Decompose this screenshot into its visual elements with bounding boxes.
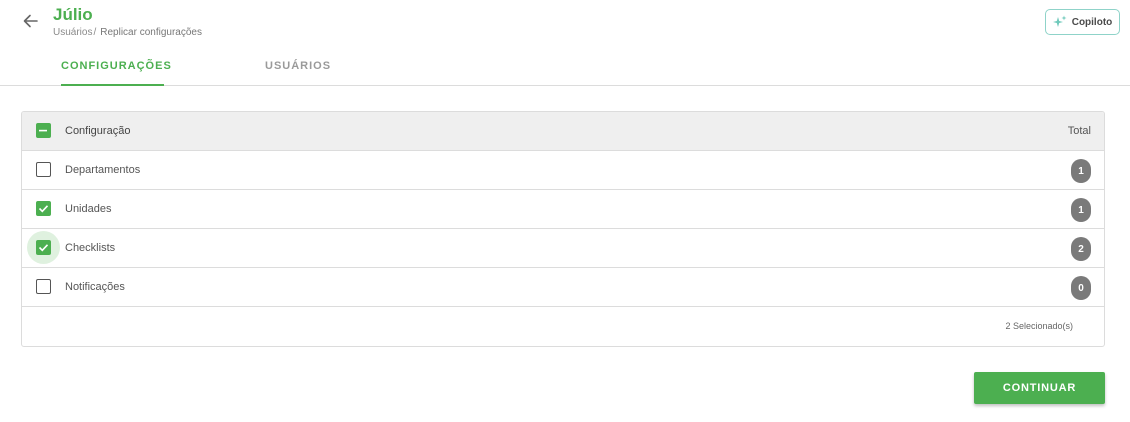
column-header-total: Total <box>1067 125 1091 137</box>
table-row[interactable]: Checklists 2 <box>22 229 1104 268</box>
row-label: Checklists <box>65 242 116 254</box>
table-header: Configuração Total <box>22 112 1104 151</box>
row-checkbox[interactable] <box>36 201 51 216</box>
page-title: Júlio <box>53 5 93 24</box>
minus-icon <box>39 129 47 132</box>
back-button[interactable] <box>20 10 42 32</box>
breadcrumb-separator: / <box>93 27 97 38</box>
arrow-left-icon <box>23 14 38 28</box>
table-row[interactable]: Notificações 0 <box>22 268 1104 307</box>
total-badge: 1 <box>1071 159 1091 183</box>
check-icon <box>38 205 49 213</box>
sparkle-icon <box>1052 15 1067 27</box>
active-tab-indicator <box>61 84 164 86</box>
row-checkbox[interactable] <box>36 162 51 177</box>
column-header-configuracao: Configuração <box>65 125 131 137</box>
table-row[interactable]: Unidades 1 <box>22 190 1104 229</box>
select-all-checkbox[interactable] <box>36 123 51 138</box>
copilot-button[interactable]: Copiloto <box>1045 9 1120 35</box>
breadcrumb: Usuários/Replicar configurações <box>53 27 202 38</box>
selected-count: 2 Selecionado(s) <box>1005 321 1073 331</box>
row-checkbox[interactable] <box>36 279 51 294</box>
copilot-label: Copiloto <box>1071 16 1113 28</box>
breadcrumb-parent[interactable]: Usuários <box>53 27 92 38</box>
total-badge: 2 <box>1071 237 1091 261</box>
configurations-table: Configuração Total Departamentos 1 Unida… <box>21 111 1105 347</box>
row-checkbox[interactable] <box>36 240 51 255</box>
continue-button[interactable]: CONTINUAR <box>974 372 1105 404</box>
page-header: Júlio Usuários/Replicar configurações Co… <box>0 0 1130 86</box>
tab-usuarios[interactable]: USUÁRIOS <box>265 60 331 72</box>
check-icon <box>38 244 49 252</box>
row-label: Notificações <box>65 281 125 293</box>
table-row[interactable]: Departamentos 1 <box>22 151 1104 190</box>
tab-configuracoes[interactable]: CONFIGURAÇÕES <box>61 60 172 72</box>
breadcrumb-current: Replicar configurações <box>100 27 202 38</box>
total-badge: 1 <box>1071 198 1091 222</box>
total-badge: 0 <box>1071 276 1091 300</box>
row-label: Unidades <box>65 203 112 215</box>
row-label: Departamentos <box>65 164 141 176</box>
